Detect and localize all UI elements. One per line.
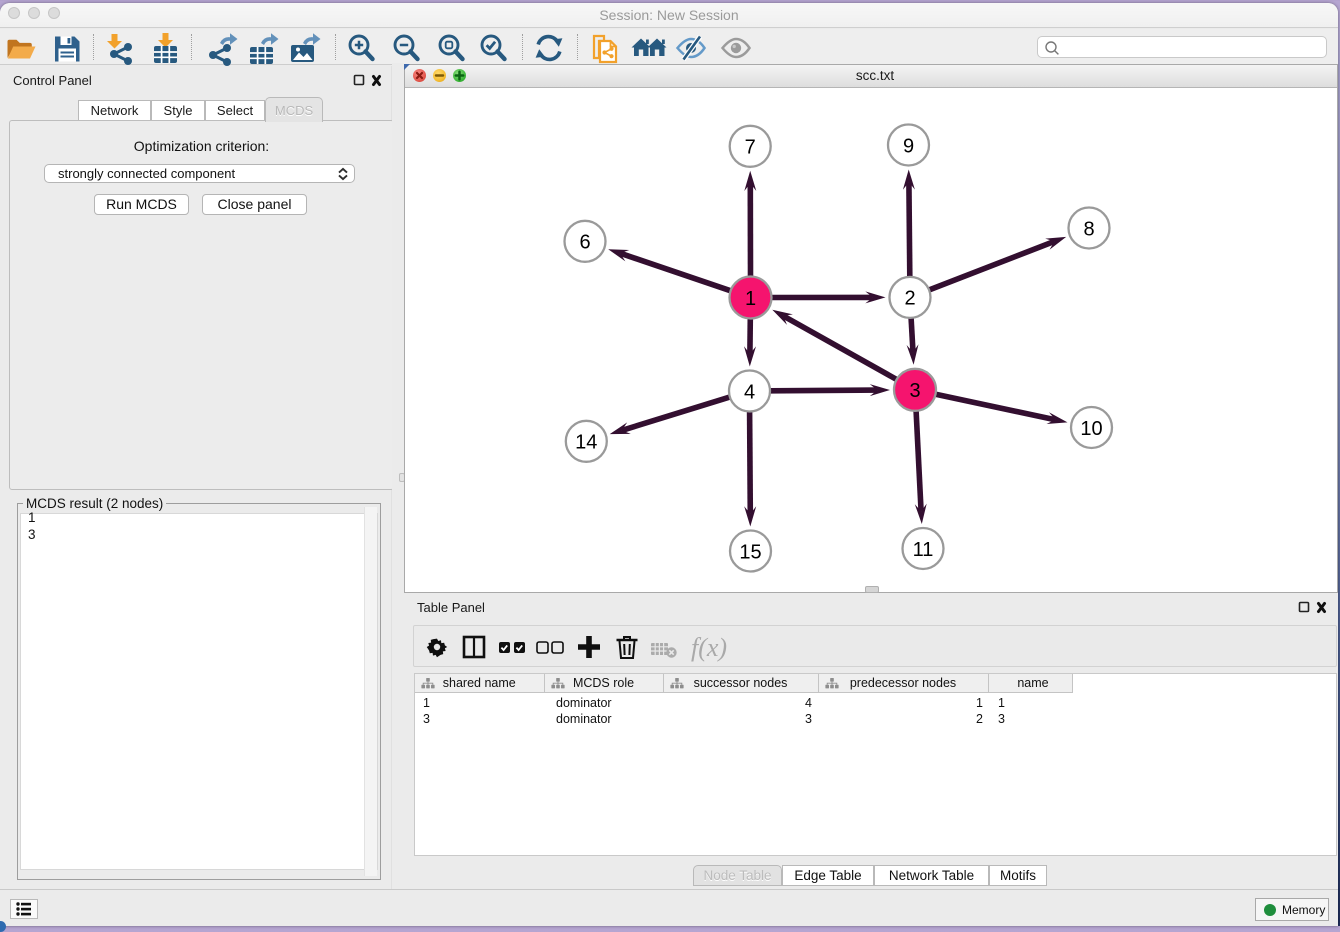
- svg-text:1: 1: [745, 288, 756, 310]
- svg-text:8: 8: [1083, 218, 1094, 240]
- svg-text:6: 6: [579, 232, 590, 254]
- svg-text:7: 7: [745, 137, 756, 159]
- svg-text:f(x): f(x): [691, 633, 727, 662]
- svg-text:4: 4: [744, 381, 755, 403]
- svg-text:11: 11: [913, 539, 934, 561]
- svg-text:10: 10: [1080, 418, 1102, 440]
- svg-text:15: 15: [739, 541, 761, 563]
- svg-text:9: 9: [903, 135, 914, 157]
- svg-text:3: 3: [909, 380, 920, 402]
- svg-text:14: 14: [575, 432, 597, 454]
- svg-text:2: 2: [904, 288, 915, 310]
